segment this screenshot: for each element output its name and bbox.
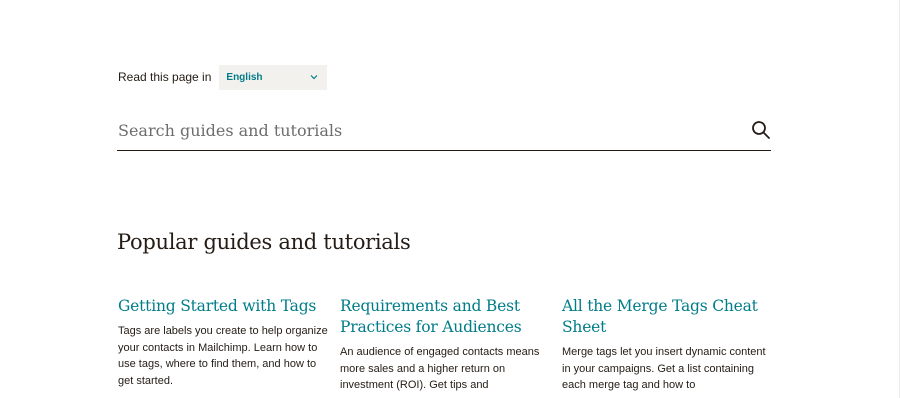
guide-card-title-link[interactable]: All the Merge Tags Cheat Sheet bbox=[562, 296, 772, 338]
guide-card: Requirements and Best Practices for Audi… bbox=[340, 296, 550, 394]
language-label: Read this page in bbox=[118, 70, 212, 84]
search-icon[interactable] bbox=[751, 120, 771, 140]
guide-card-description: Merge tags let you insert dynamic conten… bbox=[562, 346, 766, 391]
language-selected-value: English bbox=[226, 71, 263, 83]
guide-card: Getting Started with Tags Tags are label… bbox=[118, 296, 328, 389]
search-bar bbox=[117, 110, 771, 151]
guide-card-title-link[interactable]: Getting Started with Tags bbox=[118, 296, 328, 317]
guide-card-title-link[interactable]: Requirements and Best Practices for Audi… bbox=[340, 296, 550, 338]
guide-card: All the Merge Tags Cheat Sheet Merge tag… bbox=[562, 296, 772, 394]
search-input[interactable] bbox=[117, 113, 717, 147]
guide-card-description: Tags are labels you create to help organ… bbox=[118, 325, 328, 387]
guide-card-description: An audience of engaged contacts means mo… bbox=[340, 346, 540, 391]
language-selector-row: Read this page in English bbox=[118, 64, 328, 90]
language-select[interactable]: English bbox=[219, 64, 328, 90]
chevron-down-icon bbox=[310, 75, 318, 80]
section-title: Popular guides and tutorials bbox=[117, 230, 411, 254]
